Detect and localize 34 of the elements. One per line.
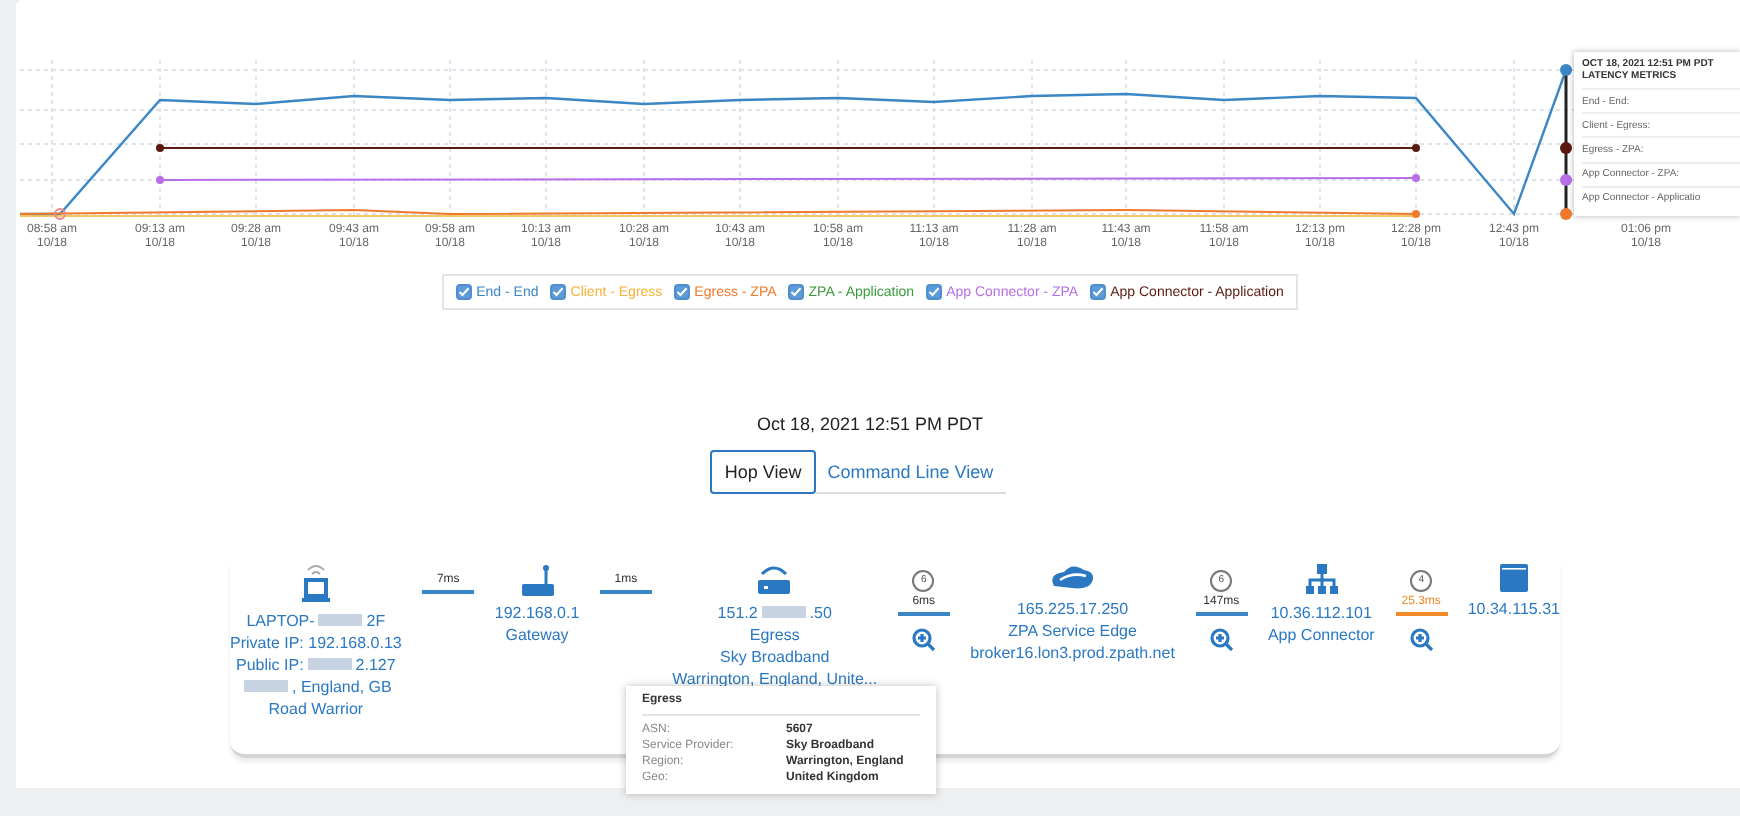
router-icon — [519, 562, 555, 598]
checkbox[interactable] — [1090, 284, 1107, 300]
node-detail: Gateway — [505, 624, 569, 646]
node-detail: , England, GB — [240, 676, 392, 698]
node-detail: Private IP: 192.168.0.13 — [230, 632, 402, 654]
cloud-icon — [1048, 562, 1097, 594]
zoom-in-icon[interactable] — [1209, 628, 1234, 652]
timestamp: Oct 18, 2021 12:51 PM PDT — [754, 414, 986, 434]
node-detail: 10.36.112.101 — [1270, 602, 1372, 624]
node-detail: 165.225.17.250 — [1016, 598, 1129, 620]
modem-icon — [754, 562, 795, 598]
node-detail: 151.2 .50 — [717, 602, 832, 624]
node-detail: Egress — [749, 624, 800, 646]
laptop-wifi-icon — [299, 562, 332, 606]
node-detail: Road Warrior — [268, 698, 364, 720]
zoom-in-icon[interactable] — [911, 628, 936, 652]
node-detail: 10.34.115.31 — [1467, 598, 1560, 620]
node-detail: Public IP: 2.127 — [236, 654, 396, 676]
view-tab[interactable]: Hop View — [710, 450, 816, 494]
node-detail: broker16.lon3.prod.zpath.net — [970, 642, 1175, 664]
checkbox[interactable] — [674, 284, 691, 300]
node-detail: App Connector — [1267, 624, 1375, 646]
node-detail: ZPA Service Edge — [1008, 620, 1137, 642]
window-icon — [1497, 562, 1530, 594]
zoom-in-icon[interactable] — [1409, 628, 1434, 652]
node-detail: Sky Broadband — [720, 646, 830, 668]
node-detail: 192.168.0.1 — [494, 602, 580, 624]
hierarchy-icon — [1303, 562, 1340, 598]
checkbox[interactable] — [456, 284, 473, 300]
checkbox[interactable] — [926, 284, 943, 300]
checkbox[interactable] — [550, 284, 567, 300]
node-detail: Warrington, England, Unite... — [672, 668, 878, 690]
node-detail: LAPTOP- 2F — [246, 610, 386, 632]
checkbox[interactable] — [788, 284, 805, 300]
